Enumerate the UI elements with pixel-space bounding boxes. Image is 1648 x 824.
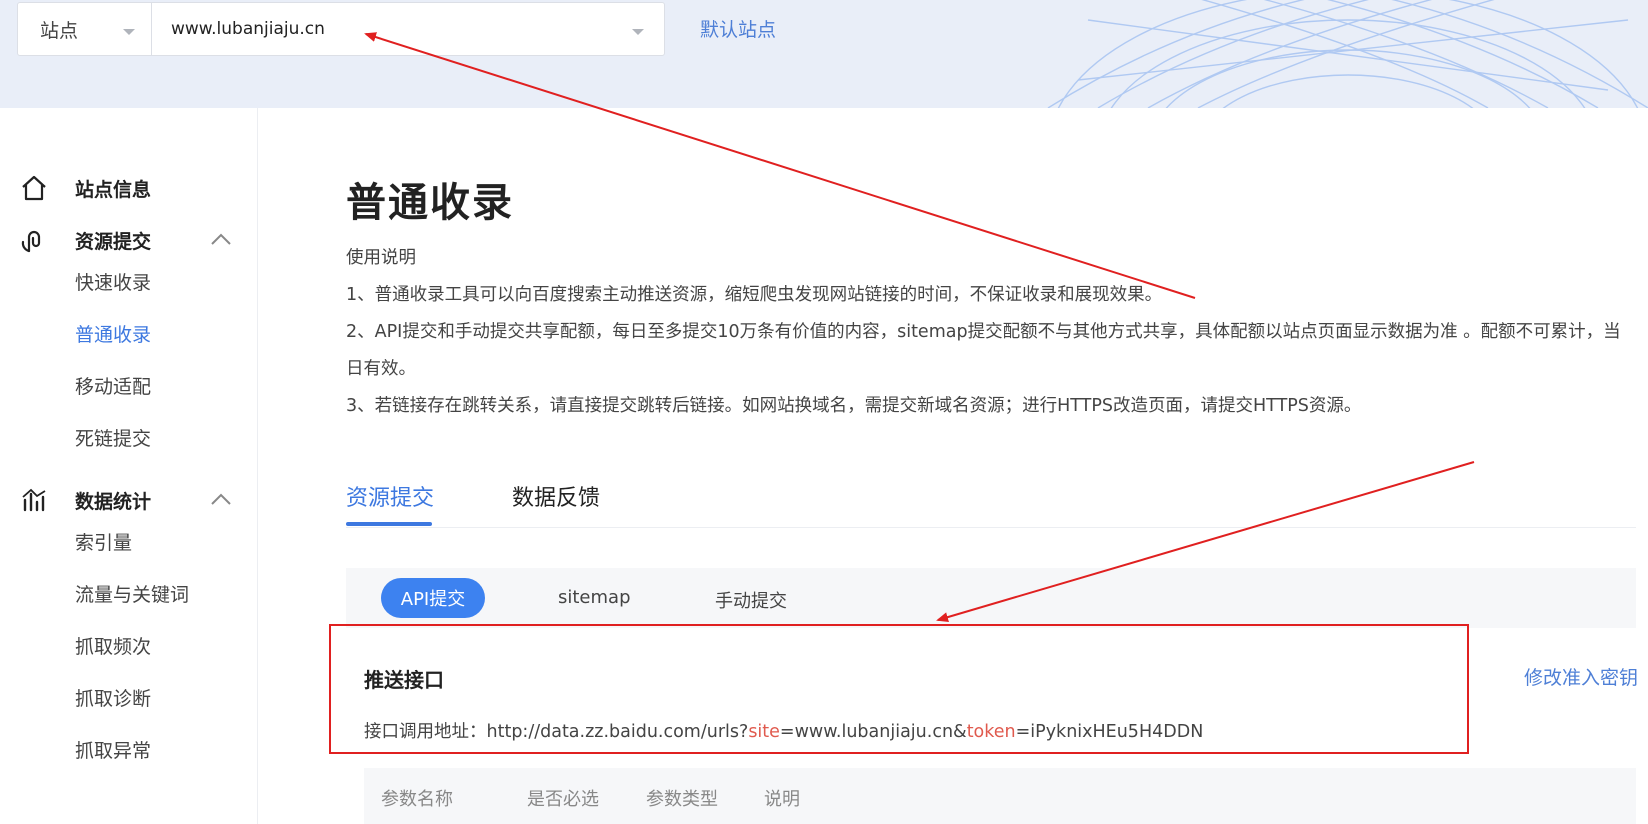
sidebar-item-crawl-diagnosis[interactable]: 抓取诊断 xyxy=(75,684,151,711)
subtab-sitemap[interactable]: sitemap xyxy=(558,587,631,608)
site-type-select[interactable]: 站点 xyxy=(18,3,152,55)
globe-decoration xyxy=(1047,0,1648,108)
sidebar-item-normal-index[interactable]: 普通收录 xyxy=(75,320,151,347)
tab-data-feedback[interactable]: 数据反馈 xyxy=(512,480,600,512)
sidebar-item-deadlink[interactable]: 死链提交 xyxy=(75,424,151,451)
params-table-header: 参数名称 是否必选 参数类型 说明 xyxy=(364,768,1636,824)
sidebar-item-traffic-keywords[interactable]: 流量与关键词 xyxy=(75,580,189,607)
param-col-required: 是否必选 xyxy=(527,789,599,810)
site-url-select[interactable]: www.lubanjiaju.cn xyxy=(152,3,664,55)
usage-notes: 使用说明 1、普通收录工具可以向百度搜索主动推送资源，缩短爬虫发现网站链接的时间… xyxy=(346,240,1636,425)
site-picker: 站点 www.lubanjiaju.cn xyxy=(17,2,665,56)
modify-key-link[interactable]: 修改准入密钥 xyxy=(1524,663,1638,690)
chevron-up-icon[interactable] xyxy=(210,232,232,246)
tab-resource-submit[interactable]: 资源提交 xyxy=(346,480,434,512)
sidebar-item-fast-index[interactable]: 快速收录 xyxy=(75,268,151,295)
site-url-value: www.lubanjiaju.cn xyxy=(171,19,325,39)
top-band: 站点 www.lubanjiaju.cn 默认站点 xyxy=(0,0,1648,108)
usage-line-1: 1、普通收录工具可以向百度搜索主动推送资源，缩短爬虫发现网站链接的时间，不保证收… xyxy=(346,285,1163,305)
page-title: 普通收录 xyxy=(346,180,514,226)
usage-line-3: 3、若链接存在跳转关系，请直接提交跳转后链接。如网站换域名，需提交新域名资源；进… xyxy=(346,396,1362,416)
submit-method-tabs: API提交 sitemap 手动提交 xyxy=(346,568,1636,628)
active-tab-indicator xyxy=(346,522,432,526)
subtab-manual[interactable]: 手动提交 xyxy=(715,587,787,613)
submit-icon xyxy=(21,230,41,253)
chevron-up-icon[interactable] xyxy=(210,492,232,506)
sidebar-item-label: 站点信息 xyxy=(75,178,152,201)
annotation-highlight-box xyxy=(329,624,1469,754)
sidebar-item-site-info[interactable]: 站点信息 xyxy=(0,168,258,208)
sidebar-item-mobile-adapt[interactable]: 移动适配 xyxy=(75,372,151,399)
sidebar-item-crawl-frequency[interactable]: 抓取频次 xyxy=(75,632,151,659)
stats-icon xyxy=(22,488,46,512)
main-tabs: 资源提交 数据反馈 xyxy=(346,468,1636,528)
sidebar-item-index-volume[interactable]: 索引量 xyxy=(75,528,132,555)
sidebar-item-label: 资源提交 xyxy=(75,230,152,253)
caret-down-icon xyxy=(123,29,135,35)
default-site-link[interactable]: 默认站点 xyxy=(700,15,776,42)
caret-down-icon xyxy=(632,29,644,35)
usage-title: 使用说明 xyxy=(346,248,416,268)
sidebar-group-resource-submit[interactable]: 资源提交 xyxy=(0,220,258,260)
param-col-desc: 说明 xyxy=(764,789,800,810)
home-icon xyxy=(22,175,46,201)
param-col-name: 参数名称 xyxy=(381,789,453,810)
sidebar: 站点信息 资源提交 快速收录 普通收录 移动适配 死链提交 数据统计 索引量 流… xyxy=(0,108,258,824)
subtab-api[interactable]: API提交 xyxy=(381,578,485,618)
site-type-label: 站点 xyxy=(40,19,79,42)
sidebar-item-crawl-errors[interactable]: 抓取异常 xyxy=(75,736,151,763)
usage-line-2: 2、API提交和手动提交共享配额，每日至多提交10万条有价值的内容，sitema… xyxy=(346,322,1621,379)
param-col-type: 参数类型 xyxy=(646,789,718,810)
sidebar-group-data-stats[interactable]: 数据统计 xyxy=(0,480,258,520)
sidebar-item-label: 数据统计 xyxy=(75,490,152,513)
